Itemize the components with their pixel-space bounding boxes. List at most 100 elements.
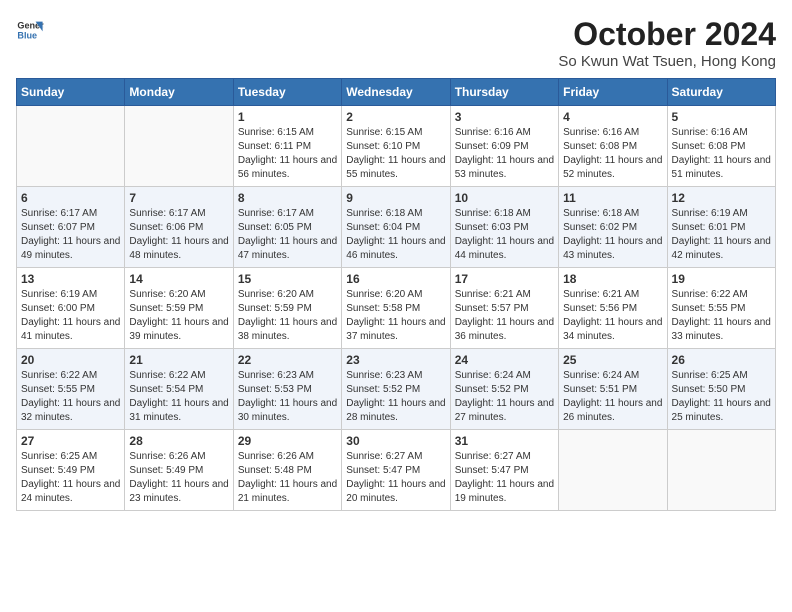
day-detail: Sunrise: 6:27 AM Sunset: 5:47 PM Dayligh… xyxy=(455,450,554,506)
day-header-tuesday: Tuesday xyxy=(233,79,341,106)
day-detail: Sunrise: 6:18 AM Sunset: 6:04 PM Dayligh… xyxy=(346,207,445,263)
calendar-cell: 30 Sunrise: 6:27 AM Sunset: 5:47 PM Dayli… xyxy=(342,430,450,511)
day-number: 8 xyxy=(238,191,337,205)
day-detail: Sunrise: 6:26 AM Sunset: 5:49 PM Dayligh… xyxy=(129,450,228,506)
day-detail: Sunrise: 6:21 AM Sunset: 5:56 PM Dayligh… xyxy=(563,288,662,344)
calendar-cell: 1 Sunrise: 6:15 AM Sunset: 6:11 PM Daylig… xyxy=(233,106,341,187)
day-header-wednesday: Wednesday xyxy=(342,79,450,106)
calendar-title: October 2024 xyxy=(558,16,776,53)
day-number: 21 xyxy=(129,353,228,367)
day-number: 26 xyxy=(672,353,771,367)
calendar-cell: 4 Sunrise: 6:16 AM Sunset: 6:08 PM Daylig… xyxy=(559,106,667,187)
days-header-row: SundayMondayTuesdayWednesdayThursdayFrid… xyxy=(17,79,776,106)
day-number: 6 xyxy=(21,191,120,205)
day-number: 10 xyxy=(455,191,554,205)
calendar-cell: 19 Sunrise: 6:22 AM Sunset: 5:55 PM Dayli… xyxy=(667,268,775,349)
calendar-table: SundayMondayTuesdayWednesdayThursdayFrid… xyxy=(16,78,776,511)
day-detail: Sunrise: 6:24 AM Sunset: 5:52 PM Dayligh… xyxy=(455,369,554,425)
calendar-cell: 18 Sunrise: 6:21 AM Sunset: 5:56 PM Dayli… xyxy=(559,268,667,349)
calendar-cell: 24 Sunrise: 6:24 AM Sunset: 5:52 PM Dayli… xyxy=(450,349,558,430)
day-header-monday: Monday xyxy=(125,79,233,106)
page-header: General Blue October 2024 So Kwun Wat Ts… xyxy=(16,16,776,70)
calendar-cell: 22Sunrise: 6:23 AM Sunset: 5:53 PM Dayli… xyxy=(233,349,341,430)
day-detail: Sunrise: 6:19 AM Sunset: 6:00 PM Dayligh… xyxy=(21,288,120,344)
calendar-cell: 13Sunrise: 6:19 AM Sunset: 6:00 PM Dayli… xyxy=(17,268,125,349)
day-detail: Sunrise: 6:16 AM Sunset: 6:08 PM Dayligh… xyxy=(563,126,662,182)
day-number: 30 xyxy=(346,434,445,448)
day-detail: Sunrise: 6:17 AM Sunset: 6:05 PM Dayligh… xyxy=(238,207,337,263)
week-row-2: 6 Sunrise: 6:17 AM Sunset: 6:07 PM Daylig… xyxy=(17,187,776,268)
day-detail: Sunrise: 6:20 AM Sunset: 5:58 PM Dayligh… xyxy=(346,288,445,344)
day-detail: Sunrise: 6:17 AM Sunset: 6:07 PM Dayligh… xyxy=(21,207,120,263)
week-row-4: 20 Sunrise: 6:22 AM Sunset: 5:55 PM Dayli… xyxy=(17,349,776,430)
day-detail: Sunrise: 6:24 AM Sunset: 5:51 PM Dayligh… xyxy=(563,369,662,425)
calendar-cell: 31Sunrise: 6:27 AM Sunset: 5:47 PM Dayli… xyxy=(450,430,558,511)
day-number: 18 xyxy=(563,272,662,286)
day-detail: Sunrise: 6:22 AM Sunset: 5:55 PM Dayligh… xyxy=(672,288,771,344)
day-detail: Sunrise: 6:22 AM Sunset: 5:54 PM Dayligh… xyxy=(129,369,228,425)
calendar-cell: 14Sunrise: 6:20 AM Sunset: 5:59 PM Dayli… xyxy=(125,268,233,349)
day-detail: Sunrise: 6:26 AM Sunset: 5:48 PM Dayligh… xyxy=(238,450,337,506)
logo-icon: General Blue xyxy=(16,16,44,44)
day-detail: Sunrise: 6:17 AM Sunset: 6:06 PM Dayligh… xyxy=(129,207,228,263)
day-number: 19 xyxy=(672,272,771,286)
calendar-cell: 28Sunrise: 6:26 AM Sunset: 5:49 PM Dayli… xyxy=(125,430,233,511)
calendar-cell: 8 Sunrise: 6:17 AM Sunset: 6:05 PM Daylig… xyxy=(233,187,341,268)
day-number: 7 xyxy=(129,191,228,205)
calendar-cell: 20 Sunrise: 6:22 AM Sunset: 5:55 PM Dayli… xyxy=(17,349,125,430)
calendar-cell xyxy=(125,106,233,187)
logo: General Blue xyxy=(16,16,48,44)
day-number: 3 xyxy=(455,110,554,124)
week-row-5: 27Sunrise: 6:25 AM Sunset: 5:49 PM Dayli… xyxy=(17,430,776,511)
day-number: 1 xyxy=(238,110,337,124)
day-number: 16 xyxy=(346,272,445,286)
day-detail: Sunrise: 6:15 AM Sunset: 6:10 PM Dayligh… xyxy=(346,126,445,182)
day-number: 5 xyxy=(672,110,771,124)
day-header-saturday: Saturday xyxy=(667,79,775,106)
day-detail: Sunrise: 6:18 AM Sunset: 6:03 PM Dayligh… xyxy=(455,207,554,263)
day-number: 9 xyxy=(346,191,445,205)
day-number: 23 xyxy=(346,353,445,367)
day-header-sunday: Sunday xyxy=(17,79,125,106)
day-detail: Sunrise: 6:27 AM Sunset: 5:47 PM Dayligh… xyxy=(346,450,445,506)
day-detail: Sunrise: 6:21 AM Sunset: 5:57 PM Dayligh… xyxy=(455,288,554,344)
day-number: 12 xyxy=(672,191,771,205)
week-row-3: 13Sunrise: 6:19 AM Sunset: 6:00 PM Dayli… xyxy=(17,268,776,349)
day-detail: Sunrise: 6:25 AM Sunset: 5:50 PM Dayligh… xyxy=(672,369,771,425)
day-number: 2 xyxy=(346,110,445,124)
calendar-cell: 17 Sunrise: 6:21 AM Sunset: 5:57 PM Dayli… xyxy=(450,268,558,349)
title-block: October 2024 So Kwun Wat Tsuen, Hong Kon… xyxy=(558,16,776,70)
day-number: 24 xyxy=(455,353,554,367)
calendar-cell: 26 Sunrise: 6:25 AM Sunset: 5:50 PM Dayli… xyxy=(667,349,775,430)
calendar-body: 1 Sunrise: 6:15 AM Sunset: 6:11 PM Daylig… xyxy=(17,106,776,511)
calendar-subtitle: So Kwun Wat Tsuen, Hong Kong xyxy=(558,53,776,70)
day-number: 29 xyxy=(238,434,337,448)
calendar-cell: 9 Sunrise: 6:18 AM Sunset: 6:04 PM Daylig… xyxy=(342,187,450,268)
day-number: 11 xyxy=(563,191,662,205)
calendar-cell: 25 Sunrise: 6:24 AM Sunset: 5:51 PM Dayli… xyxy=(559,349,667,430)
day-detail: Sunrise: 6:15 AM Sunset: 6:11 PM Dayligh… xyxy=(238,126,337,182)
day-number: 17 xyxy=(455,272,554,286)
calendar-cell xyxy=(559,430,667,511)
week-row-1: 1 Sunrise: 6:15 AM Sunset: 6:11 PM Daylig… xyxy=(17,106,776,187)
day-number: 14 xyxy=(129,272,228,286)
calendar-cell: 3Sunrise: 6:16 AM Sunset: 6:09 PM Daylig… xyxy=(450,106,558,187)
day-detail: Sunrise: 6:19 AM Sunset: 6:01 PM Dayligh… xyxy=(672,207,771,263)
day-detail: Sunrise: 6:23 AM Sunset: 5:53 PM Dayligh… xyxy=(238,369,337,425)
day-detail: Sunrise: 6:20 AM Sunset: 5:59 PM Dayligh… xyxy=(238,288,337,344)
day-detail: Sunrise: 6:25 AM Sunset: 5:49 PM Dayligh… xyxy=(21,450,120,506)
day-detail: Sunrise: 6:22 AM Sunset: 5:55 PM Dayligh… xyxy=(21,369,120,425)
day-number: 20 xyxy=(21,353,120,367)
calendar-cell: 27Sunrise: 6:25 AM Sunset: 5:49 PM Dayli… xyxy=(17,430,125,511)
calendar-cell xyxy=(667,430,775,511)
calendar-cell xyxy=(17,106,125,187)
calendar-cell: 29 Sunrise: 6:26 AM Sunset: 5:48 PM Dayli… xyxy=(233,430,341,511)
day-number: 25 xyxy=(563,353,662,367)
day-detail: Sunrise: 6:16 AM Sunset: 6:08 PM Dayligh… xyxy=(672,126,771,182)
day-number: 4 xyxy=(563,110,662,124)
calendar-cell: 21 Sunrise: 6:22 AM Sunset: 5:54 PM Dayli… xyxy=(125,349,233,430)
calendar-cell: 2 Sunrise: 6:15 AM Sunset: 6:10 PM Daylig… xyxy=(342,106,450,187)
svg-text:Blue: Blue xyxy=(17,30,37,40)
calendar-cell: 12 Sunrise: 6:19 AM Sunset: 6:01 PM Dayli… xyxy=(667,187,775,268)
calendar-cell: 7 Sunrise: 6:17 AM Sunset: 6:06 PM Daylig… xyxy=(125,187,233,268)
